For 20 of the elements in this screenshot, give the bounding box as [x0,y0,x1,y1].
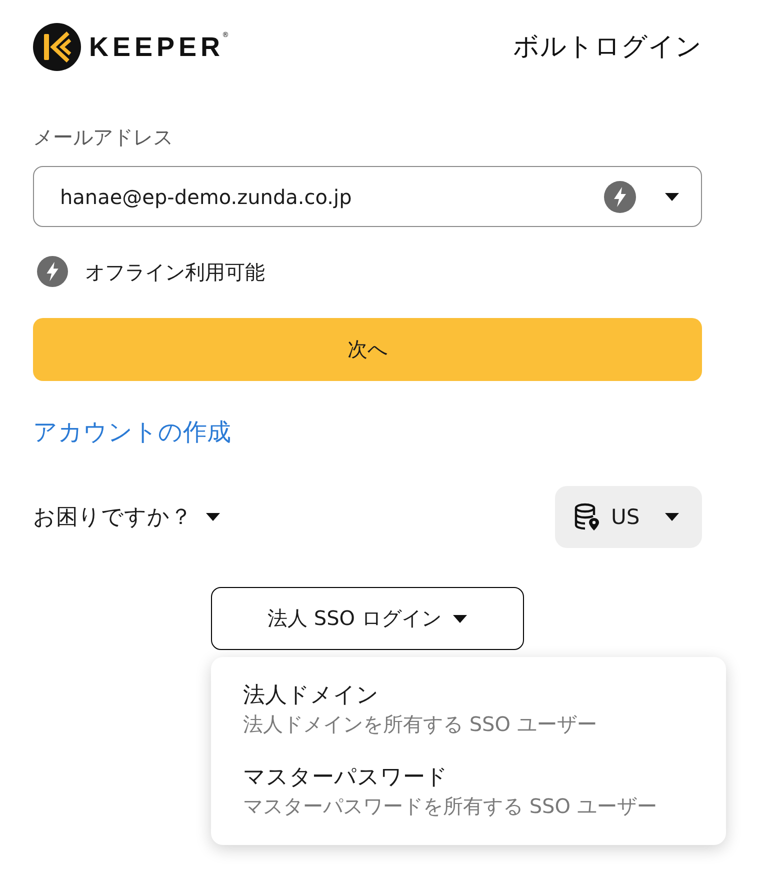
database-pin-icon [573,503,601,531]
offline-note: オフライン利用可能 [85,258,265,284]
caret-icon [206,513,220,521]
email-field[interactable]: hanae@ep-demo.zunda.co.jp [33,166,702,227]
sso-login-button[interactable]: 法人 SSO ログイン [211,587,524,650]
sso-option[interactable]: 法人ドメイン 法人ドメインを所有する SSO ユーザー [211,681,726,737]
logo-wordmark: KEEPER [89,32,224,62]
page-title: ボルトログイン [513,31,702,63]
caret-icon [665,513,679,521]
lightning-icon [604,180,636,212]
keeper-logo-icon [33,23,81,71]
dropdown-caret-icon[interactable] [665,192,679,200]
create-account-link[interactable]: アカウントの作成 [33,417,231,447]
email-label: メールアドレス [33,124,173,150]
region-button[interactable]: US [555,486,702,548]
help-dropdown[interactable]: お困りですか？ [33,502,220,532]
lightning-icon [37,256,68,287]
sso-option[interactable]: マスターパスワード マスターパスワードを所有する SSO ユーザー [211,763,726,819]
caret-icon [453,614,468,622]
next-button[interactable]: 次へ [33,318,702,381]
